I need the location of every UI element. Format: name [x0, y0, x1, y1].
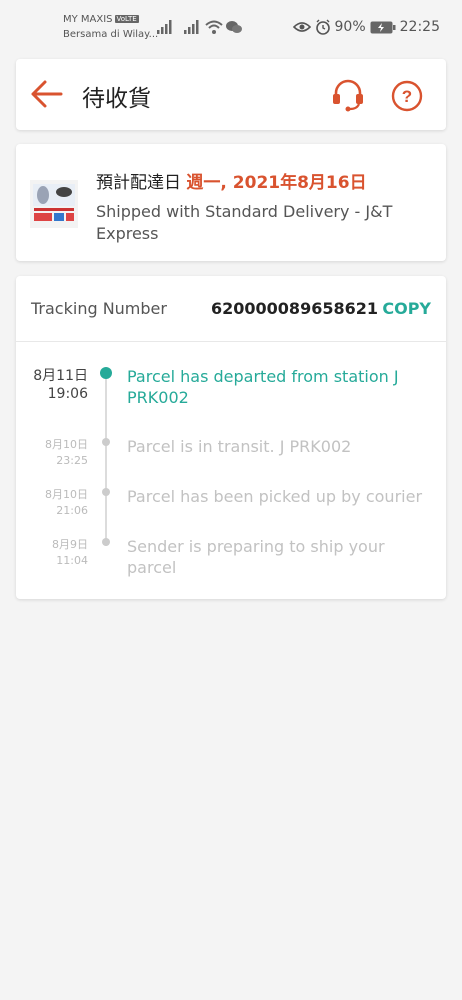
event-text: Parcel is in transit. J PRK002 — [127, 437, 352, 456]
tracking-number: 620000089658621 — [211, 299, 378, 318]
event-text: Parcel has been picked up by courier — [127, 487, 423, 506]
event-dot — [100, 367, 112, 379]
event-dot — [102, 488, 110, 496]
copy-button[interactable]: COPY — [382, 299, 431, 318]
event-time: 11:04 — [56, 554, 88, 567]
event-text: Sender is preparing to ship your parcel — [127, 537, 385, 577]
svg-text:?: ? — [402, 87, 412, 106]
volte-badge: VoLTE — [114, 15, 139, 23]
battery-icon — [370, 21, 396, 33]
estimated-delivery: 預計配達日 週一, 2021年8月16日 — [96, 168, 367, 193]
event-time: 23:25 — [56, 454, 88, 467]
shipping-method: Shipped with Standard Delivery - J&T Exp… — [96, 202, 393, 243]
signal-icon — [157, 20, 172, 34]
event-date: 8月10日 — [45, 438, 88, 451]
wechat-icon — [226, 21, 242, 33]
timeline-line — [105, 376, 107, 546]
event-date: 8月9日 — [52, 538, 88, 551]
eta-label: 預計配達日 — [96, 173, 181, 193]
status-right: 90% 22:25 — [292, 19, 440, 35]
delivery-info-card: 預計配達日 週一, 2021年8月16日 Shipped with Standa… — [16, 144, 446, 261]
eta-date: 週一, 2021年8月16日 — [186, 173, 367, 193]
product-thumbnail — [30, 180, 78, 228]
customer-service-icon[interactable] — [331, 78, 365, 112]
carrier-subtext: Bersama di Wilay... — [63, 29, 159, 40]
event-dot — [102, 538, 110, 546]
event-dot — [102, 438, 110, 446]
tracking-card: Tracking Number 620000089658621 COPY 8月1… — [16, 276, 446, 599]
back-arrow-icon[interactable] — [30, 79, 64, 109]
tracking-label: Tracking Number — [31, 299, 167, 318]
carrier-label: MY MAXIS — [63, 14, 113, 25]
carrier-name: MY MAXIS VoLTE — [63, 14, 139, 25]
header-bar: 待收貨 ? — [16, 59, 446, 130]
wifi-icon — [205, 20, 223, 34]
help-icon[interactable]: ? — [391, 80, 423, 112]
event-date: 8月10日 — [45, 488, 88, 501]
event-text: Parcel has departed from station J PRK00… — [127, 367, 399, 407]
signal-icon-2 — [184, 20, 199, 34]
event-time: 21:06 — [56, 504, 88, 517]
tracking-number-row: Tracking Number 620000089658621 COPY — [16, 276, 446, 342]
event-date: 8月11日 — [33, 368, 88, 384]
event-time: 19:06 — [47, 386, 88, 402]
battery-percent: 90% — [334, 19, 366, 35]
alarm-icon — [315, 19, 330, 35]
eye-icon — [292, 22, 311, 32]
clock: 22:25 — [399, 19, 440, 35]
page-title: 待收貨 — [82, 86, 151, 112]
status-bar: MY MAXIS VoLTE Bersama di Wilay... 90% 2… — [0, 0, 462, 50]
